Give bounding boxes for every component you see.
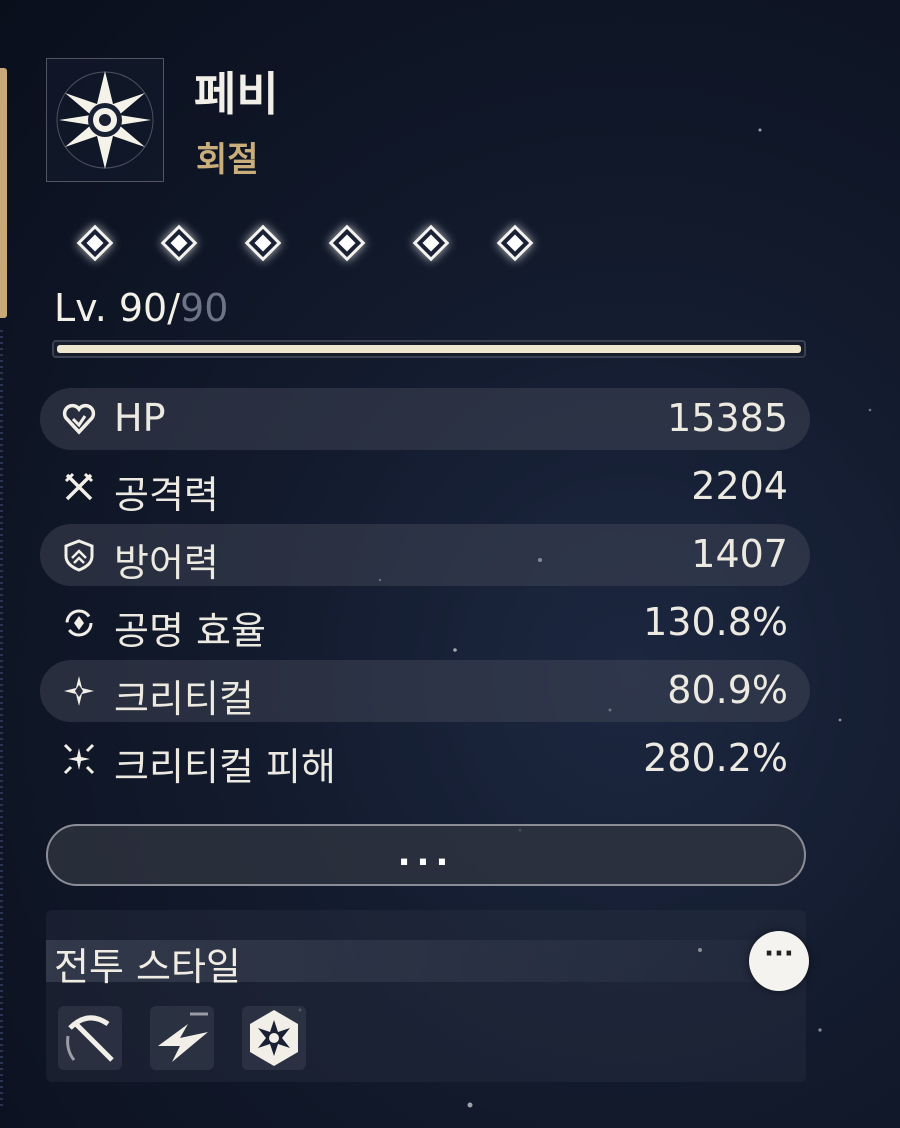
stat-value: 280.2% [643,736,788,780]
stat-label: HP [114,396,166,440]
heart-icon [62,403,96,435]
lightning-skill-icon[interactable] [150,1006,214,1070]
stat-value: 2204 [691,464,788,508]
stat-value: 1407 [691,532,788,576]
shield-icon [64,539,94,572]
panel-edge-dots [0,330,3,1110]
stat-value: 15385 [667,396,788,440]
stat-label: 크리티컬 [114,677,254,721]
level-progress-fill [57,345,801,353]
rarity-gem-icon [244,224,282,262]
kebab-menu-icon[interactable]: ··· [749,931,809,991]
character-name: 페비 [194,67,279,121]
panel-edge-marker [0,68,7,318]
crit-burst-icon [63,743,95,775]
rarity-gem-icon [412,224,450,262]
level-readout: Lv. 90/90 [54,286,228,330]
stat-label: 크리티컬 피해 [114,745,336,789]
crossed-swords-icon [64,472,94,501]
rarity-stars [52,210,702,274]
stat-label: 공격력 [114,473,219,517]
stat-row-hp: HP 15385 [40,388,810,450]
spectro-sun-icon [56,71,154,169]
stat-value: 130.8% [643,600,788,644]
rarity-gem-icon [328,224,366,262]
stat-row-crit-damage: 크리티컬 피해 280.2% [40,728,810,790]
stat-row-attack: 공격력 2204 [40,456,810,518]
stat-row-crit-rate: 크리티컬 80.9% [40,660,810,722]
level-current: Lv. 90/ [54,286,181,330]
rarity-gem-icon [496,224,534,262]
gear-sun-skill-icon[interactable] [242,1006,306,1070]
rarity-gem-icon [76,224,114,262]
scythe-skill-icon[interactable] [58,1006,122,1070]
level-progress-bar [52,340,806,358]
character-element: 회절 [196,140,259,180]
battle-style-title: 전투 스타일 [54,945,241,989]
more-stats-button[interactable]: ... [46,824,806,886]
stat-row-energy-regen: 공명 효율 130.8% [40,592,810,654]
element-portrait [46,58,164,182]
crit-star-icon [64,676,94,706]
stat-value: 80.9% [667,668,788,712]
stat-label: 방어력 [114,541,219,585]
energy-cycle-icon [65,609,93,637]
stat-label: 공명 효율 [114,609,266,653]
rarity-gem-icon [160,224,198,262]
stat-row-defense: 방어력 1407 [40,524,810,586]
more-stats-label: ... [397,834,455,874]
level-max: 90 [180,286,229,330]
